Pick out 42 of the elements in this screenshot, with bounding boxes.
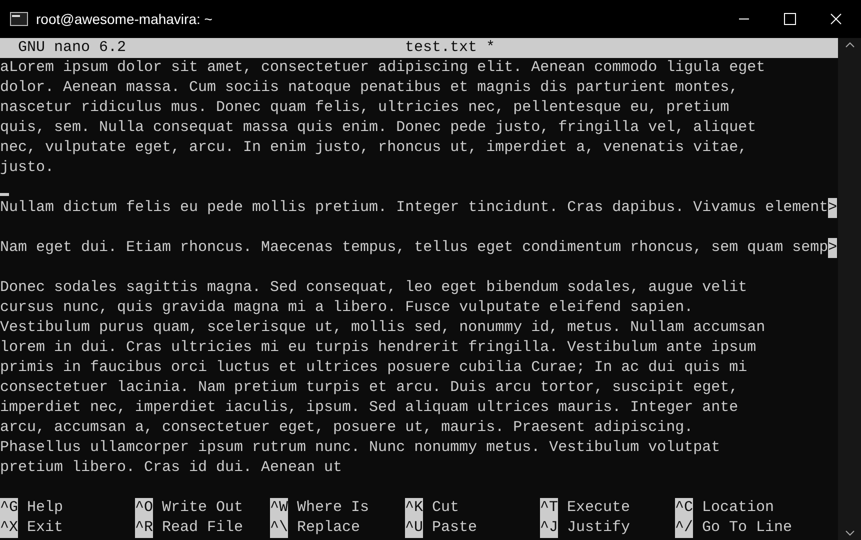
text-line: lorem in dui. Cras ultricies mi eu turpis hendrerit fringilla. Vestibulum ante ipsum: [0, 338, 756, 358]
text-line: Nullam dictum felis eu pede mollis pretium. Integer tincidunt. Cras dapibus. Vivamus element: [0, 198, 828, 218]
text-line: dolor. Aenean massa. Cum sociis natoque penatibus et magnis dis parturient montes,: [0, 78, 738, 98]
text-line: aLorem ipsum dolor sit amet, consectetuer adipiscing elit. Aenean commodo ligula eget: [0, 58, 766, 78]
text-line: cursus nunc, quis gravida magna mi a libero. Fusce vulputate eleifend sapien.: [0, 298, 694, 318]
maximize-icon: [784, 13, 796, 25]
text-line: Phasellus ullamcorper ipsum rutrum nunc. Nunc nonummy metus. Vestibulum volutpat: [0, 438, 720, 458]
shortcut-item[interactable]: ^O Write Out: [135, 498, 270, 518]
shortcut-item[interactable]: ^\ Replace: [270, 518, 405, 538]
shortcut-item[interactable]: ^/ Go To Line: [675, 518, 810, 538]
text-line: nascetur ridiculus mus. Donec quam felis, ultricies nec, pellentesque eu, pretium: [0, 98, 730, 118]
shortcut-item[interactable]: ^J Justify: [540, 518, 675, 538]
text-line: nec, vulputate eget, arcu. In enim justo, rhoncus ut, imperdiet a, venenatis vitae,: [0, 138, 748, 158]
text-line: Nam eget dui. Etiam rhoncus. Maecenas tempus, tellus eget condimentum rhoncus, sem quam semp: [0, 238, 828, 258]
text-line: pretium libero. Cras id dui. Aenean ut: [0, 458, 342, 478]
overflow-marker: >: [828, 238, 838, 258]
scroll-up-icon[interactable]: [844, 42, 854, 48]
text-line: imperdiet nec, imperdiet iaculis, ipsum. Sed aliquam ultrices mauris. Integer ante: [0, 398, 738, 418]
shortcut-item[interactable]: ^X Exit: [0, 518, 135, 538]
window-title: root@awesome-mahavira: ~: [36, 10, 212, 28]
text-line: Vestibulum purus quam, scelerisque ut, mollis sed, nonummy id, metus. Nullam accumsan: [0, 318, 766, 338]
shortcut-item[interactable]: ^W Where Is: [270, 498, 405, 518]
terminal-icon: [10, 12, 28, 26]
shortcut-item[interactable]: ^G Help: [0, 498, 135, 518]
close-icon: [830, 13, 842, 25]
text-line: justo.: [0, 158, 54, 178]
shortcut-item[interactable]: ^C Location: [675, 498, 810, 518]
text-cursor: [0, 193, 9, 196]
overflow-marker: >: [828, 198, 838, 218]
text-line: Donec sodales sagittis magna. Sed consequat, leo eget bibendum sodales, augue velit: [0, 278, 748, 298]
shortcut-item[interactable]: ^U Paste: [405, 518, 540, 538]
version-label: GNU nano 6.2: [18, 38, 126, 58]
text-line: quis, sem. Nulla consequat massa quis enim. Donec pede justo, fringilla vel, aliquet: [0, 118, 756, 138]
file-name: test.txt *: [405, 38, 496, 58]
shortcut-item[interactable]: ^T Execute: [540, 498, 675, 518]
shortcut-item[interactable]: ^K Cut: [405, 498, 540, 518]
text-line: consectetuer lacinia. Nam pretium turpis et arcu. Duis arcu tortor, suscipit eget,: [0, 378, 738, 398]
text-line: arcu, accumsan a, consectetuer eget, posuere ut, mauris. Praesent adipiscing.: [0, 418, 694, 438]
scroll-down-icon[interactable]: [844, 530, 854, 536]
text-line: primis in faucibus orci luctus et ultrices posuere cubilia Curae; In ac dui quis mi: [0, 358, 748, 378]
scrollbar[interactable]: [838, 38, 861, 540]
shortcut-item[interactable]: ^R Read File: [135, 518, 270, 538]
